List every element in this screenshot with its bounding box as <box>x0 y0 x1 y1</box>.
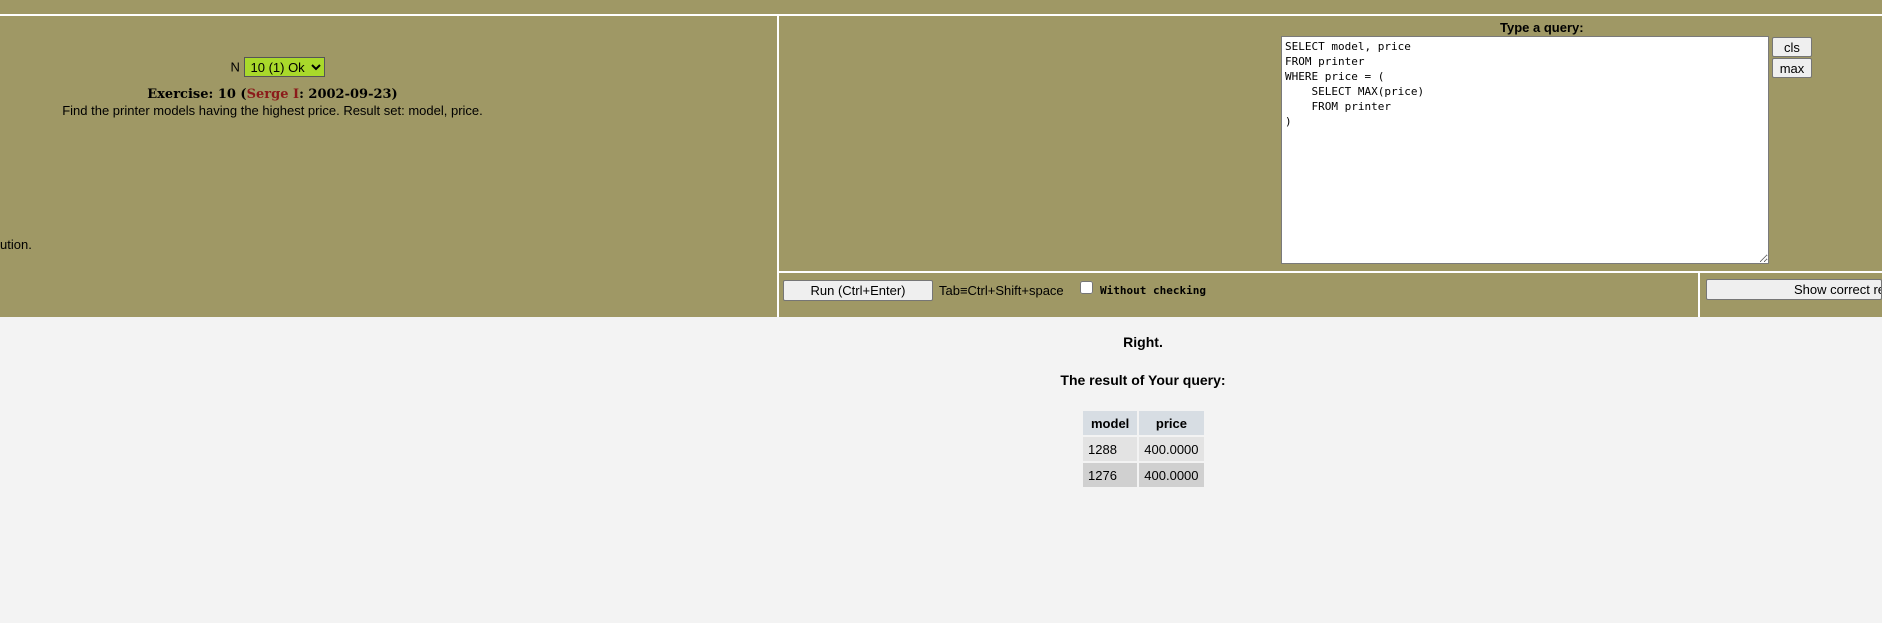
show-correct-result-button[interactable]: Show correct re <box>1706 279 1882 300</box>
controls-divider <box>1698 273 1700 317</box>
price-cell: 400.0000 <box>1139 463 1204 487</box>
result-title: The result of Your query: <box>1060 372 1226 388</box>
truncated-text: ution. <box>0 237 32 252</box>
without-checking-label: Without checking <box>1100 284 1206 297</box>
run-button[interactable]: Run (Ctrl+Enter) <box>783 280 933 301</box>
model-cell: 1288 <box>1083 437 1138 461</box>
price-cell: 400.0000 <box>1139 437 1204 461</box>
query-label: Type a query: <box>1500 20 1584 35</box>
exercise-select[interactable]: 10 (1) Ok <box>243 57 325 77</box>
clear-button[interactable]: cls <box>1772 37 1812 57</box>
exercise-title: Exercise: 10 (Serge I: 2002-09-23) <box>0 87 545 102</box>
top-bar <box>0 0 1882 16</box>
tab-shortcut-hint: Tab≡Ctrl+Shift+space <box>939 283 1064 298</box>
exercise-selector-row: N 10 (1) Ok <box>0 57 555 77</box>
exercise-title-prefix: Exercise: 10 ( <box>147 87 247 102</box>
result-table: model price 1288 400.0000 1276 400.0000 <box>1081 409 1206 489</box>
check-status: Right. <box>1123 334 1163 350</box>
exercise-author: Serge I <box>246 87 300 102</box>
exercise-number-label: N <box>230 59 240 75</box>
query-editor[interactable]: SELECT model, price FROM printer WHERE p… <box>1281 36 1769 264</box>
exercise-panel: N 10 (1) Ok Exercise: 10 (Serge I: 2002-… <box>0 16 779 317</box>
without-checking-checkbox[interactable] <box>1080 281 1093 294</box>
exercise-date: : 2002-09-23) <box>299 87 398 102</box>
maximize-button[interactable]: max <box>1772 58 1812 78</box>
exercise-description: Find the printer models having the highe… <box>62 103 483 118</box>
model-cell: 1276 <box>1083 463 1138 487</box>
column-header-price: price <box>1139 411 1204 435</box>
table-row: 1276 400.0000 <box>1083 463 1204 487</box>
result-header-row: model price <box>1083 411 1204 435</box>
table-row: 1288 400.0000 <box>1083 437 1204 461</box>
column-header-model: model <box>1083 411 1138 435</box>
